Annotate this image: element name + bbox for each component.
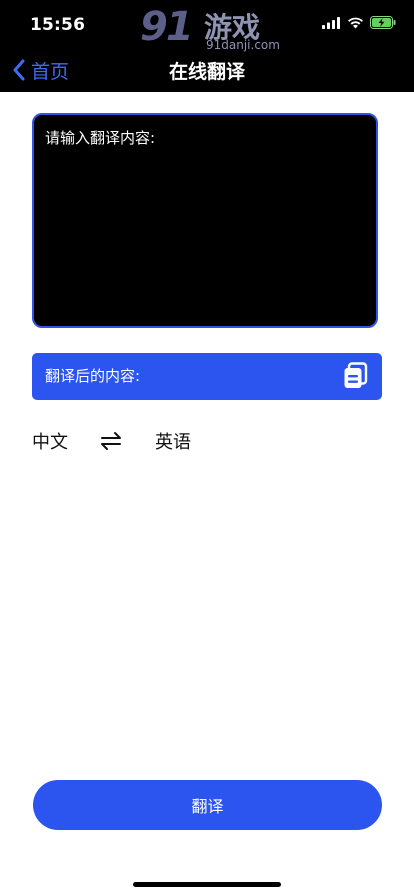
source-text-container <box>32 113 378 328</box>
page-title: 在线翻译 <box>168 61 245 83</box>
language-selector: 中文 英语 <box>32 428 232 454</box>
battery-charging-icon <box>370 16 396 29</box>
source-language[interactable]: 中文 <box>32 428 68 454</box>
result-label: 翻译后的内容: <box>45 367 141 385</box>
header: 15:56 91 游戏 91danji.com 首页 在线翻译 <box>0 0 414 92</box>
swap-arrows-icon[interactable] <box>100 430 122 452</box>
signal-icon <box>322 16 340 29</box>
app-screen: 15:56 91 游戏 91danji.com 首页 在线翻译 请输入翻译内容:… <box>0 0 414 896</box>
home-indicator <box>133 882 281 887</box>
copy-icon <box>344 362 368 388</box>
watermark-number: 91 <box>140 4 194 50</box>
target-language[interactable]: 英语 <box>155 428 191 454</box>
status-time: 15:56 <box>30 15 86 35</box>
copy-button[interactable] <box>343 362 369 390</box>
source-text-input[interactable] <box>34 115 376 326</box>
watermark-url: 91danji.com <box>206 38 280 52</box>
wifi-icon <box>348 17 363 28</box>
watermark-logo: 91 游戏 91danji.com <box>140 4 280 52</box>
result-panel: 翻译后的内容: <box>32 353 382 400</box>
translate-button[interactable]: 翻译 <box>33 780 382 830</box>
status-icons <box>322 16 396 29</box>
